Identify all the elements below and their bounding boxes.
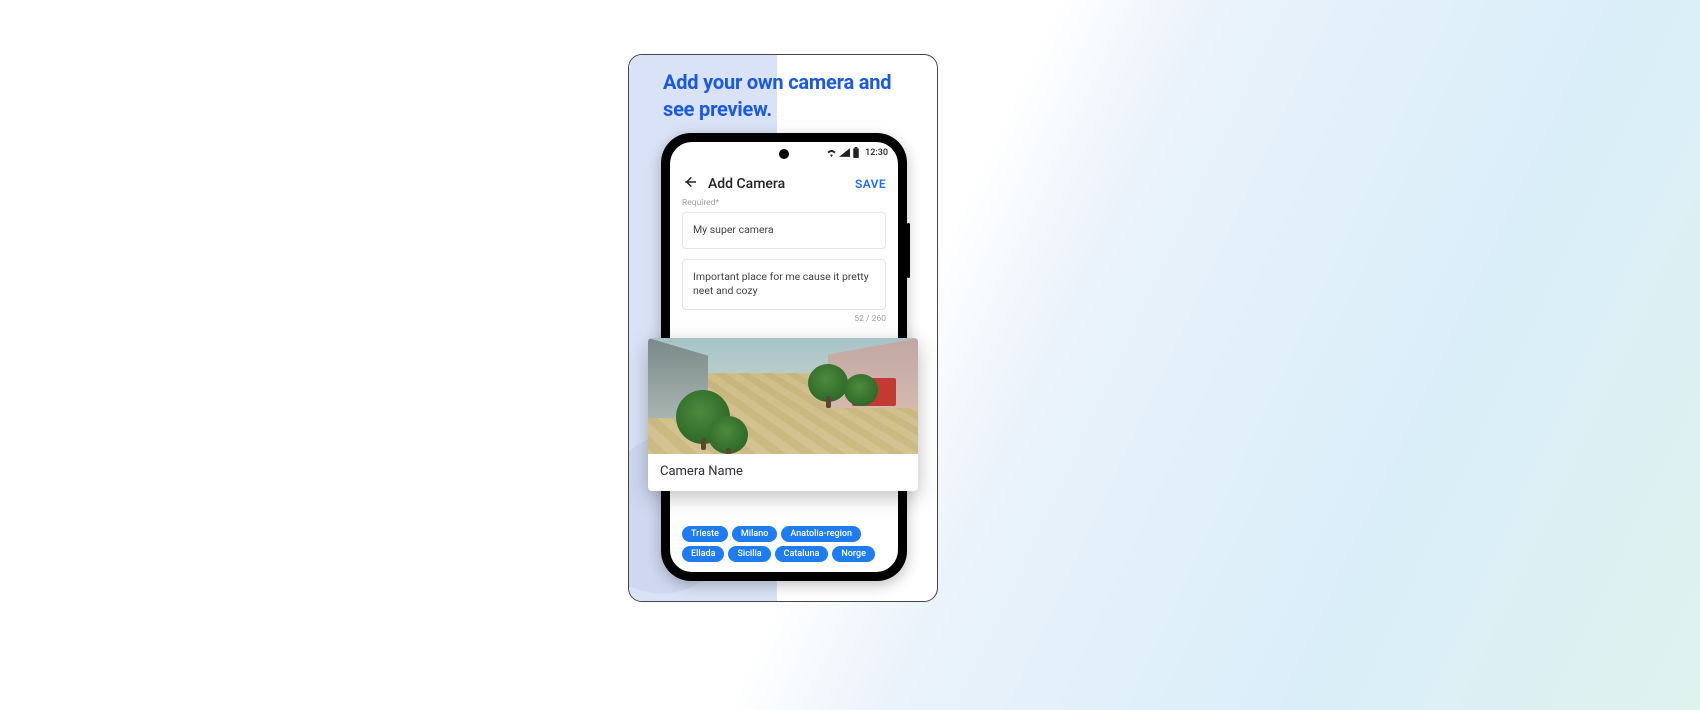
camera-preview-label: Camera Name bbox=[648, 454, 918, 491]
required-label: Required* bbox=[682, 198, 886, 208]
tag-chips: Trieste Milano Anatolia-region Ellada Si… bbox=[682, 526, 886, 562]
chip-ellada[interactable]: Ellada bbox=[682, 546, 724, 562]
battery-icon bbox=[852, 147, 860, 158]
save-button[interactable]: SAVE bbox=[855, 177, 886, 191]
camera-description-input[interactable]: Important place for me cause it pretty n… bbox=[682, 259, 886, 310]
status-bar: 12:30 bbox=[826, 147, 888, 158]
camera-preview-card[interactable]: Camera Name bbox=[648, 338, 918, 491]
camera-name-input[interactable]: My super camera bbox=[682, 212, 886, 249]
phone-side-button bbox=[907, 223, 910, 278]
chip-anatolia[interactable]: Anatolia-region bbox=[781, 526, 861, 542]
camera-preview-image bbox=[648, 338, 918, 454]
chip-trieste[interactable]: Trieste bbox=[682, 526, 728, 542]
char-counter: 52 / 260 bbox=[682, 314, 886, 324]
promo-headline: Add your own camera and see preview. bbox=[663, 69, 903, 123]
wifi-icon bbox=[826, 148, 837, 157]
chip-norge[interactable]: Norge bbox=[832, 546, 875, 562]
app-store-promo-card: Add your own camera and see preview. 12:… bbox=[628, 54, 938, 602]
chip-cataluna[interactable]: Cataluna bbox=[775, 546, 829, 562]
phone-notch bbox=[779, 149, 789, 159]
chip-sicilia[interactable]: Sicilia bbox=[728, 546, 770, 562]
form-area: Required* My super camera Important plac… bbox=[682, 198, 886, 330]
back-arrow-icon[interactable] bbox=[682, 174, 698, 194]
status-time: 12:30 bbox=[865, 148, 888, 158]
signal-icon bbox=[839, 148, 850, 157]
chip-milano[interactable]: Milano bbox=[732, 526, 777, 542]
screen-title: Add Camera bbox=[708, 176, 855, 192]
app-bar: Add Camera SAVE bbox=[670, 168, 898, 200]
